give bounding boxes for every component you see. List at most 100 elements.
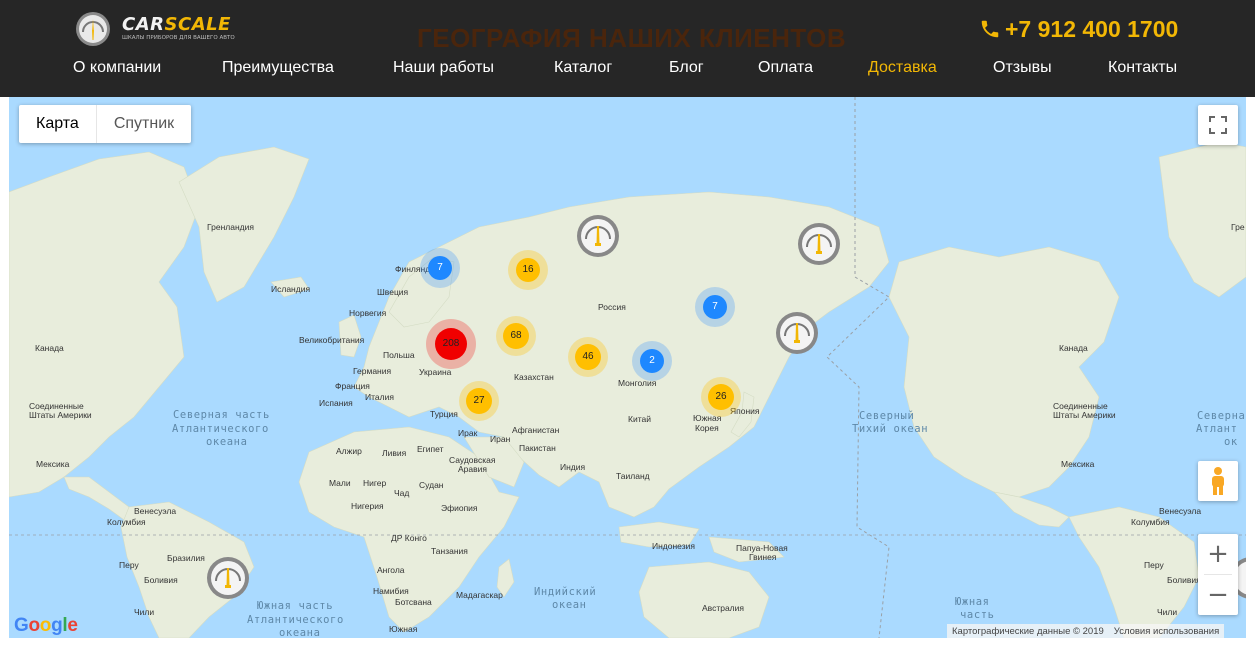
label-china: Китай bbox=[628, 414, 651, 424]
nav-item-works[interactable]: Наши работы bbox=[393, 59, 494, 77]
label-iceland: Исландия bbox=[271, 284, 310, 294]
gauge-marker-icon[interactable] bbox=[576, 214, 620, 258]
cluster-count: 7 bbox=[712, 301, 718, 312]
nav-item-advantages[interactable]: Преимущества bbox=[222, 59, 334, 77]
ocean-south-atlantic-3: океана bbox=[279, 627, 321, 638]
speedometer-logo-icon bbox=[76, 12, 110, 46]
ocean-north-pacific-2: Тихий океан bbox=[852, 423, 928, 435]
logo[interactable]: CARSCALE ШКАЛЫ ПРИБОРОВ ДЛЯ ВАШЕГО АВТО bbox=[74, 10, 235, 50]
zoom-in-button[interactable]: + bbox=[1198, 534, 1238, 574]
cluster-marker-turkey[interactable]: 27 bbox=[459, 381, 499, 421]
label-chile: Чили bbox=[134, 607, 154, 617]
label-iran: Иран bbox=[490, 434, 511, 444]
phone-icon bbox=[981, 20, 999, 38]
cluster-count: 7 bbox=[437, 262, 443, 273]
label-chad: Чад bbox=[394, 488, 409, 498]
label-venezuela-right: Венесуэла bbox=[1159, 506, 1201, 516]
ocean-north-atlantic-right-2: Атлант bbox=[1196, 423, 1238, 435]
label-canada: Канада bbox=[35, 343, 64, 353]
cluster-marker-finland[interactable]: 7 bbox=[420, 248, 460, 288]
cluster-marker-east-asia[interactable]: 26 bbox=[701, 377, 741, 417]
nav-item-delivery[interactable]: Доставка bbox=[868, 59, 937, 77]
logo-tagline: ШКАЛЫ ПРИБОРОВ ДЛЯ ВАШЕГО АВТО bbox=[122, 35, 235, 41]
nav-item-about[interactable]: О компании bbox=[73, 59, 161, 77]
cluster-count: 27 bbox=[473, 395, 485, 406]
cluster-count: 2 bbox=[649, 355, 655, 366]
ocean-south-atlantic-1: Южная часть bbox=[257, 600, 333, 612]
map-type-satellite-button[interactable]: Спутник bbox=[95, 105, 191, 143]
label-sweden: Швеция bbox=[377, 287, 409, 297]
clients-map[interactable]: Гренландия Исландия Финляндия Швеция Нор… bbox=[9, 97, 1246, 638]
header: CARSCALE ШКАЛЫ ПРИБОРОВ ДЛЯ ВАШЕГО АВТО … bbox=[0, 0, 1255, 97]
label-australia: Австралия bbox=[702, 603, 744, 613]
label-mexico-right: Мексика bbox=[1061, 459, 1095, 469]
nav-item-payment[interactable]: Оплата bbox=[758, 59, 813, 77]
label-libya: Ливия bbox=[382, 448, 407, 458]
cluster-marker-moscow[interactable]: 208 bbox=[426, 319, 476, 369]
label-algeria: Алжир bbox=[336, 446, 362, 456]
label-namibia: Намибия bbox=[373, 586, 409, 596]
label-colombia: Колумбия bbox=[107, 517, 146, 527]
nav-item-blog[interactable]: Блог bbox=[669, 59, 704, 77]
terms-link[interactable]: Условия использования bbox=[1109, 626, 1224, 637]
label-uk: Великобритания bbox=[299, 335, 365, 345]
label-peru: Перу bbox=[119, 560, 139, 570]
label-thailand: Таиланд bbox=[616, 471, 650, 481]
zoom-out-button[interactable]: − bbox=[1198, 575, 1238, 615]
label-brazil: Бразилия bbox=[167, 553, 205, 563]
nav-item-contacts[interactable]: Контакты bbox=[1108, 59, 1177, 77]
cluster-marker-north-russia[interactable]: 16 bbox=[508, 250, 548, 290]
google-logo[interactable]: Google bbox=[14, 615, 78, 637]
gauge-marker-icon[interactable] bbox=[797, 222, 841, 266]
cluster-marker-irkutsk[interactable]: 2 bbox=[632, 341, 672, 381]
label-bolivia-right: Боливия bbox=[1167, 575, 1201, 585]
label-kazakhstan: Казахстан bbox=[514, 372, 554, 382]
label-canada-right: Канада bbox=[1059, 343, 1088, 353]
label-poland: Польша bbox=[383, 350, 415, 360]
map-data-credit: Картографические данные © 2019 bbox=[952, 625, 1104, 637]
ocean-north-atlantic-1: Северная часть bbox=[173, 409, 270, 421]
cluster-marker-urals[interactable]: 68 bbox=[496, 316, 536, 356]
label-spain: Испания bbox=[319, 398, 353, 408]
ocean-north-atlantic-right-3: ок bbox=[1224, 436, 1238, 448]
ocean-north-atlantic-2: Атлантического bbox=[172, 423, 269, 435]
map-type-map-button[interactable]: Карта bbox=[19, 105, 96, 143]
label-afghanistan: Афганистан bbox=[512, 425, 560, 435]
gauge-marker-icon[interactable] bbox=[775, 311, 819, 355]
label-usa-2: Штаты Америки bbox=[29, 410, 92, 420]
nav-item-reviews[interactable]: Отзывы bbox=[993, 59, 1052, 77]
fullscreen-icon bbox=[1209, 116, 1227, 134]
label-bolivia: Боливия bbox=[144, 575, 178, 585]
nav-item-catalog[interactable]: Каталог bbox=[554, 59, 612, 77]
gauge-marker-icon[interactable] bbox=[206, 556, 250, 600]
logo-wordmark: CARSCALE bbox=[122, 14, 231, 35]
label-south-africa: Южная bbox=[389, 624, 418, 634]
label-france: Франция bbox=[335, 381, 370, 391]
fullscreen-button[interactable] bbox=[1198, 105, 1238, 145]
label-madagascar: Мадагаскар bbox=[456, 590, 503, 600]
label-angola: Ангола bbox=[377, 565, 405, 575]
phone-number: +7 912 400 1700 bbox=[1005, 16, 1179, 42]
world-map: Гренландия Исландия Финляндия Швеция Нор… bbox=[9, 97, 1246, 638]
ocean-indian-1: Индийский bbox=[534, 586, 596, 598]
label-tanzania: Танзания bbox=[431, 546, 468, 556]
ocean-south-pacific-2: часть bbox=[960, 609, 995, 621]
label-nigeria: Нигерия bbox=[351, 501, 384, 511]
label-pakistan: Пакистан bbox=[519, 443, 556, 453]
street-view-button[interactable] bbox=[1198, 461, 1238, 501]
map-type-control: Карта Спутник bbox=[19, 105, 192, 143]
label-south-korea-2: Корея bbox=[695, 423, 719, 433]
ocean-indian-2: океан bbox=[552, 599, 587, 611]
label-ethiopia: Эфиопия bbox=[441, 503, 478, 513]
label-iraq: Ирак bbox=[458, 428, 478, 438]
cluster-marker-yakutia[interactable]: 7 bbox=[695, 287, 735, 327]
ocean-north-pacific-1: Северный bbox=[859, 410, 914, 422]
phone-link[interactable]: +7 912 400 1700 bbox=[979, 16, 1178, 43]
cluster-marker-siberia[interactable]: 46 bbox=[568, 337, 608, 377]
ocean-south-atlantic-2: Атлантического bbox=[247, 614, 344, 626]
label-norway: Норвегия bbox=[349, 308, 387, 318]
zoom-control: + − bbox=[1198, 534, 1238, 615]
cluster-count: 68 bbox=[510, 330, 522, 341]
cluster-count: 26 bbox=[715, 391, 727, 402]
label-russia: Россия bbox=[598, 302, 626, 312]
